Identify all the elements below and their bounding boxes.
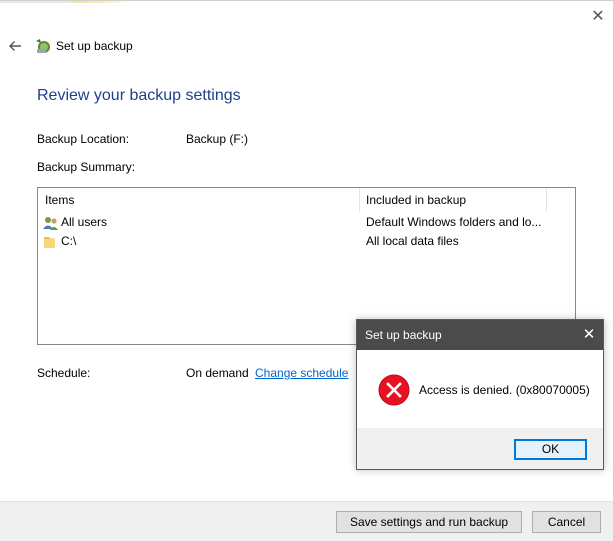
- dialog-title: Set up backup: [365, 328, 442, 342]
- column-header-items[interactable]: Items: [38, 188, 359, 212]
- error-icon: [378, 374, 410, 406]
- ok-button[interactable]: OK: [514, 439, 587, 460]
- folder-icon: [44, 237, 55, 248]
- row-name: C:\: [61, 234, 77, 248]
- back-arrow-icon[interactable]: [6, 37, 24, 55]
- backup-summary-label: Backup Summary:: [37, 160, 136, 174]
- footer-bar: Save settings and run backup Cancel: [0, 501, 613, 541]
- table-row[interactable]: C:\ All local data files: [38, 232, 575, 251]
- close-icon: ✕: [591, 8, 605, 25]
- row-name: All users: [61, 215, 108, 229]
- column-header-included[interactable]: Included in backup: [359, 188, 546, 212]
- dialog-titlebar[interactable]: Set up backup ✕: [357, 320, 603, 350]
- cancel-button[interactable]: Cancel: [532, 511, 601, 533]
- dialog-close-button[interactable]: ✕: [579, 324, 599, 346]
- window-title: Set up backup: [56, 39, 133, 53]
- row-included: Default Windows folders and lo...: [366, 215, 542, 229]
- top-edge-strip: [0, 1, 613, 3]
- row-included: All local data files: [366, 234, 459, 248]
- backup-icon: [36, 39, 50, 53]
- table-row[interactable]: All users Default Windows folders and lo…: [38, 213, 575, 232]
- dialog-message: Access is denied. (0x80070005): [419, 383, 590, 397]
- users-icon: [43, 217, 58, 230]
- page-heading: Review your backup settings: [37, 87, 241, 104]
- dialog-body: Access is denied. (0x80070005): [357, 350, 603, 428]
- backup-location-label: Backup Location:: [37, 132, 130, 146]
- window-close-button[interactable]: ✕: [588, 7, 608, 27]
- backup-window: ✕ Set up backup Review your backup setti…: [0, 0, 613, 541]
- column-separator: [546, 188, 547, 212]
- schedule-label: Schedule:: [37, 366, 91, 380]
- backup-location-value: Backup (F:): [186, 132, 249, 146]
- save-and-run-button[interactable]: Save settings and run backup: [336, 511, 522, 533]
- schedule-value: On demand: [186, 366, 249, 380]
- change-schedule-link[interactable]: Change schedule: [255, 366, 348, 380]
- error-dialog: Set up backup ✕ Access is denied. (0x800…: [356, 319, 604, 470]
- close-icon: ✕: [582, 326, 596, 343]
- dialog-footer: OK: [357, 428, 603, 469]
